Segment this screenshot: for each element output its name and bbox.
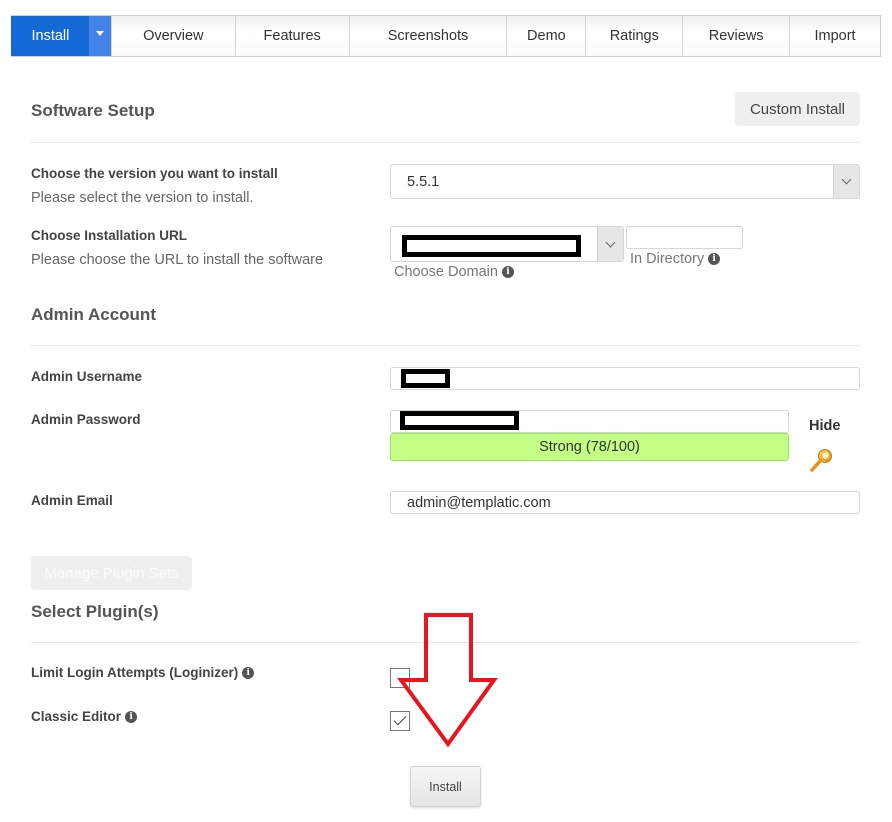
plugin-name: Limit Login Attempts (Loginizer) xyxy=(31,665,239,680)
password-strength-text: Strong (78/100) xyxy=(539,439,640,455)
tab-screenshots[interactable]: Screenshots xyxy=(348,16,507,56)
tab-bar: Install Overview Features Screenshots De… xyxy=(11,15,881,57)
version-label: Choose the version you want to install xyxy=(31,166,278,181)
hide-password-toggle[interactable]: Hide xyxy=(809,418,840,434)
divider xyxy=(31,345,860,346)
redacted-password xyxy=(400,411,519,430)
select-plugins-title: Select Plugin(s) xyxy=(31,602,159,621)
install-dropdown-toggle[interactable] xyxy=(88,16,111,56)
manage-plugin-sets-button[interactable]: Manage Plugin Sets xyxy=(31,556,192,590)
info-icon[interactable]: i xyxy=(708,253,721,266)
info-icon[interactable]: i xyxy=(501,266,514,279)
redacted-domain xyxy=(402,235,581,257)
choose-domain-caption: Choose Domain i xyxy=(394,264,514,280)
in-directory-text: In Directory xyxy=(630,251,705,267)
domain-select-arrow[interactable] xyxy=(597,227,623,261)
plugin-label-loginizer: Limit Login Attempts (Loginizer) i xyxy=(31,665,255,680)
chevron-down-icon xyxy=(841,174,852,185)
plugin-checkbox-loginizer[interactable] xyxy=(390,668,410,688)
software-setup-title: Software Setup xyxy=(31,101,155,120)
divider xyxy=(31,142,860,143)
plugin-name: Classic Editor xyxy=(31,709,122,724)
admin-email-input[interactable]: admin@templatic.com xyxy=(390,491,860,514)
tab-overview[interactable]: Overview xyxy=(110,16,235,56)
version-help: Please select the version to install. xyxy=(31,190,254,206)
version-select-arrow[interactable] xyxy=(833,165,859,198)
version-select[interactable]: 5.5.1 xyxy=(390,164,860,199)
admin-email-value: admin@templatic.com xyxy=(407,494,551,511)
plugin-label-classic-editor: Classic Editor i xyxy=(31,709,138,724)
tab-label: Overview xyxy=(143,28,204,44)
annotation-arrow-shape xyxy=(397,613,498,748)
choose-domain-text: Choose Domain xyxy=(394,264,498,280)
redacted-username xyxy=(401,369,450,388)
tab-label: Screenshots xyxy=(387,28,469,44)
admin-username-label: Admin Username xyxy=(31,369,143,384)
key-icon[interactable] xyxy=(809,447,835,473)
installation-url-label: Choose Installation URL xyxy=(31,228,188,243)
plugin-checkbox-classic-editor[interactable] xyxy=(390,711,410,731)
installation-url-help: Please choose the URL to install the sof… xyxy=(31,252,324,268)
version-select-value: 5.5.1 xyxy=(407,173,440,190)
tab-reviews[interactable]: Reviews xyxy=(682,16,790,56)
info-icon[interactable]: i xyxy=(125,711,138,724)
admin-account-title: Admin Account xyxy=(31,305,156,324)
divider xyxy=(31,642,860,643)
tab-demo[interactable]: Demo xyxy=(506,16,586,56)
chevron-down-icon xyxy=(605,237,616,247)
admin-password-label: Admin Password xyxy=(31,412,141,427)
admin-email-label: Admin Email xyxy=(31,493,113,508)
tab-label: Reviews xyxy=(708,28,764,44)
in-directory-caption: In Directory i xyxy=(630,251,721,267)
tab-label: Features xyxy=(263,28,321,44)
tab-label: Demo xyxy=(527,28,566,44)
admin-username-input[interactable] xyxy=(390,367,860,390)
tab-label: Import xyxy=(814,28,856,44)
tab-features[interactable]: Features xyxy=(234,16,349,56)
custom-install-button[interactable]: Custom Install xyxy=(735,92,860,126)
tab-label: Install xyxy=(31,28,70,44)
tab-label: Ratings xyxy=(609,28,659,44)
tab-ratings[interactable]: Ratings xyxy=(585,16,683,56)
caret-down-icon xyxy=(95,30,104,36)
info-icon[interactable]: i xyxy=(242,667,255,680)
directory-input[interactable] xyxy=(626,226,743,249)
tab-install[interactable]: Install xyxy=(11,16,89,56)
install-button[interactable]: Install xyxy=(410,766,481,807)
password-strength-meter: Strong (78/100) xyxy=(390,433,789,461)
tab-import[interactable]: Import xyxy=(789,16,880,56)
